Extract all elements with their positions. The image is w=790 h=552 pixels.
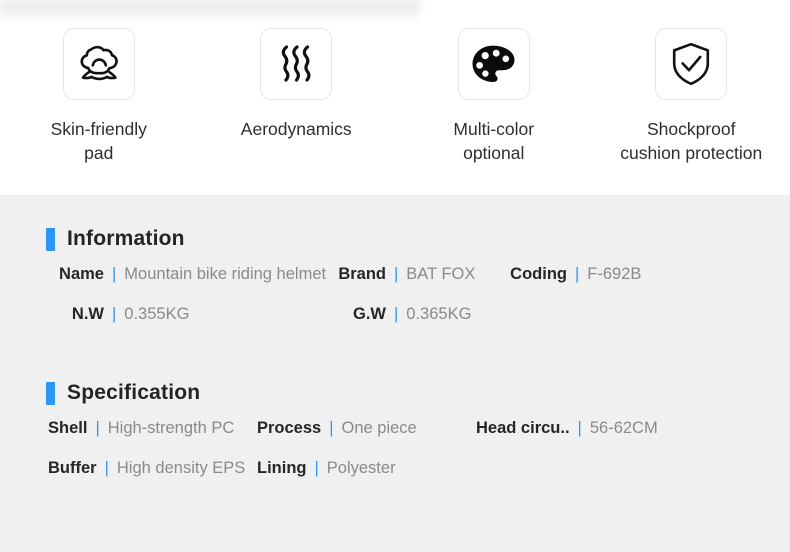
accent-bar-icon	[46, 227, 55, 251]
table-row: Buffer | High density EPS Lining | Polye…	[0, 459, 790, 499]
field-label: Process	[257, 419, 322, 437]
field-value: 56-62CM	[589, 419, 658, 437]
field-separator: |	[394, 265, 399, 283]
field-value: 0.355KG	[124, 305, 190, 323]
feature-label: Skin-friendly pad	[50, 119, 147, 163]
table-row: N.W | 0.355KG G.W | 0.365KG	[0, 305, 790, 345]
section-heading: Specification	[67, 381, 201, 404]
section-heading: Information	[67, 227, 185, 250]
field-lining: Lining | Polyester	[257, 459, 476, 478]
field-label: Buffer	[48, 459, 97, 477]
cushion-pad-icon	[76, 44, 122, 84]
field-head-circumference: Head circu.. | 56-62CM	[476, 419, 716, 438]
field-separator: |	[575, 265, 580, 283]
field-shell: Shell | High-strength PC	[0, 419, 257, 438]
paint-palette-icon	[471, 44, 517, 84]
specification-title: Specification	[0, 381, 790, 405]
field-value: One piece	[341, 419, 417, 437]
information-title: Information	[0, 227, 790, 251]
feature-label: Aerodynamics	[240, 119, 352, 139]
feature-icon-box	[457, 28, 530, 100]
product-detail-page: Skin-friendly pad Aerodynamics Multi-col…	[0, 0, 790, 552]
field-separator: |	[314, 459, 319, 477]
field-label: Name	[59, 265, 104, 283]
field-label: Coding	[510, 265, 567, 283]
specification-block: Specification Shell | High-strength PC P…	[0, 345, 790, 499]
table-row: Shell | High-strength PC Process | One p…	[0, 419, 790, 459]
feature-label: Shockproof cushion protection	[620, 119, 763, 163]
field-separator: |	[95, 419, 100, 437]
feature-item-skin-friendly-pad: Skin-friendly pad	[0, 28, 198, 165]
field-separator: |	[104, 459, 109, 477]
field-value: F-692B	[587, 265, 642, 283]
field-value: Mountain bike riding helmet	[124, 265, 327, 283]
field-separator: |	[577, 419, 582, 437]
field-label: Lining	[257, 459, 307, 477]
field-label: Head circu..	[476, 419, 570, 437]
field-buffer: Buffer | High density EPS	[0, 459, 257, 478]
feature-label: Multi-color optional	[453, 119, 535, 163]
details-section: Information Name | Mountain bike riding …	[0, 195, 790, 499]
field-label: G.W	[353, 305, 386, 323]
field-label: N.W	[71, 305, 104, 323]
table-row: Name | Mountain bike riding helmet Brand…	[0, 265, 790, 305]
field-value: High-strength PC	[107, 419, 235, 437]
feature-item-shockproof-cushion-protection: Shockproof cushion protection	[593, 28, 790, 165]
information-rows: Name | Mountain bike riding helmet Brand…	[0, 265, 790, 345]
shield-check-icon	[671, 42, 711, 86]
feature-item-multi-color-optional: Multi-color optional	[395, 28, 593, 165]
specification-rows: Shell | High-strength PC Process | One p…	[0, 419, 790, 499]
feature-item-aerodynamics: Aerodynamics	[198, 28, 396, 141]
field-value: High density EPS	[116, 459, 246, 477]
field-separator: |	[112, 265, 117, 283]
field-value: BAT FOX	[406, 265, 476, 283]
features-row: Skin-friendly pad Aerodynamics Multi-col…	[0, 0, 790, 165]
feature-icon-box	[655, 28, 728, 100]
field-separator: |	[112, 305, 117, 323]
field-separator: |	[394, 305, 399, 323]
field-brand: Brand | BAT FOX	[330, 265, 495, 284]
field-coding: Coding | F-692B	[495, 265, 735, 284]
information-block: Information Name | Mountain bike riding …	[0, 195, 790, 345]
field-gross-weight: G.W | 0.365KG	[330, 305, 495, 324]
field-separator: |	[329, 419, 334, 437]
feature-icon-box	[260, 28, 333, 100]
field-name: Name | Mountain bike riding helmet	[0, 265, 330, 284]
field-label: Brand	[338, 265, 386, 283]
field-process: Process | One piece	[257, 419, 476, 438]
field-value: Polyester	[326, 459, 396, 477]
field-value: 0.365KG	[406, 305, 472, 323]
features-section: Skin-friendly pad Aerodynamics Multi-col…	[0, 0, 790, 195]
airflow-waves-icon	[276, 43, 316, 85]
feature-icon-box	[62, 28, 135, 100]
field-label: Shell	[48, 419, 88, 437]
field-net-weight: N.W | 0.355KG	[0, 305, 330, 324]
accent-bar-icon	[46, 381, 55, 405]
